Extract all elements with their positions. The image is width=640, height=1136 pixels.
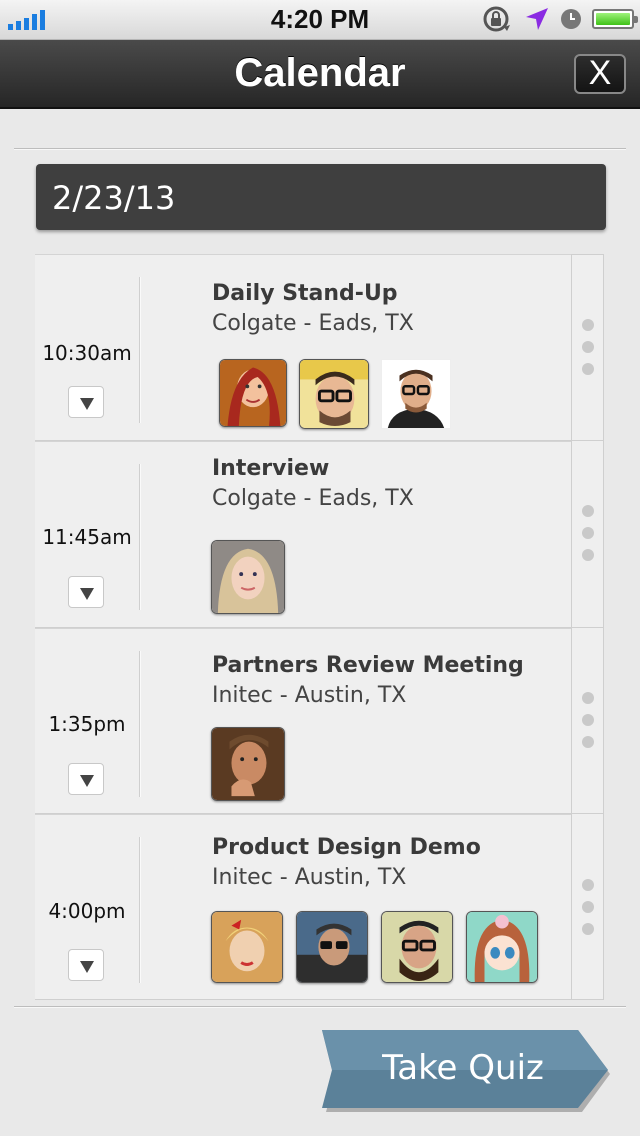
event-row[interactable]: 10:30am Daily Stand-Up Colgate - Eads, T… (35, 254, 604, 441)
attendee-avatar[interactable] (296, 911, 368, 983)
event-time: 4:00pm (48, 899, 126, 923)
attendee-avatar[interactable] (466, 911, 538, 983)
event-row[interactable]: 4:00pm Product Design Demo Initec - Aust… (35, 814, 604, 1000)
event-title: Interview (212, 456, 330, 481)
page-title: Calendar (234, 51, 406, 95)
event-time: 10:30am (42, 341, 132, 365)
event-location: Initec - Austin, TX (212, 865, 407, 890)
date-header: 2/23/13 (36, 164, 606, 230)
close-button[interactable]: X (574, 54, 626, 94)
attendee-avatar[interactable] (211, 727, 285, 801)
event-time: 11:45am (42, 525, 132, 549)
alarm-icon (561, 9, 581, 29)
expand-button[interactable] (68, 386, 104, 418)
attendee-avatar[interactable] (381, 911, 453, 983)
take-quiz-button[interactable]: Take Quiz (320, 1030, 612, 1114)
event-list: 10:30am Daily Stand-Up Colgate - Eads, T… (35, 254, 604, 1000)
event-row[interactable]: 11:45am Interview Colgate - Eads, TX (35, 441, 604, 628)
drag-handle-icon[interactable] (572, 688, 603, 748)
bottom-divider (14, 1006, 626, 1008)
date-label: 2/23/13 (52, 179, 176, 217)
expand-button[interactable] (68, 763, 104, 795)
event-location: Colgate - Eads, TX (212, 311, 414, 336)
rotation-lock-icon (483, 6, 510, 32)
drag-handle-icon[interactable] (572, 315, 603, 375)
drag-handle-icon[interactable] (572, 501, 603, 561)
attendee-avatar[interactable] (211, 911, 283, 983)
battery-icon (592, 9, 638, 29)
expand-button[interactable] (68, 576, 104, 608)
event-row[interactable]: 1:35pm Partners Review Meeting Initec - … (35, 628, 604, 814)
event-location: Initec - Austin, TX (212, 683, 407, 708)
nav-bar: Calendar X (0, 40, 640, 109)
attendee-avatar[interactable] (219, 359, 287, 427)
event-time: 1:35pm (48, 712, 126, 736)
take-quiz-label: Take Quiz (382, 1048, 544, 1088)
drag-handle-icon[interactable] (572, 875, 603, 935)
attendee-avatar[interactable] (381, 359, 451, 429)
top-divider (14, 148, 626, 150)
event-title: Product Design Demo (212, 835, 481, 860)
expand-button[interactable] (68, 949, 104, 981)
location-arrow-icon (526, 8, 548, 30)
event-title: Partners Review Meeting (212, 653, 524, 678)
reorder-handles (571, 254, 604, 1000)
attendee-avatar[interactable] (211, 540, 285, 614)
status-bar: 4:20 PM (0, 0, 640, 40)
event-title: Daily Stand-Up (212, 281, 398, 306)
event-location: Colgate - Eads, TX (212, 486, 414, 511)
attendee-avatar[interactable] (299, 359, 369, 429)
